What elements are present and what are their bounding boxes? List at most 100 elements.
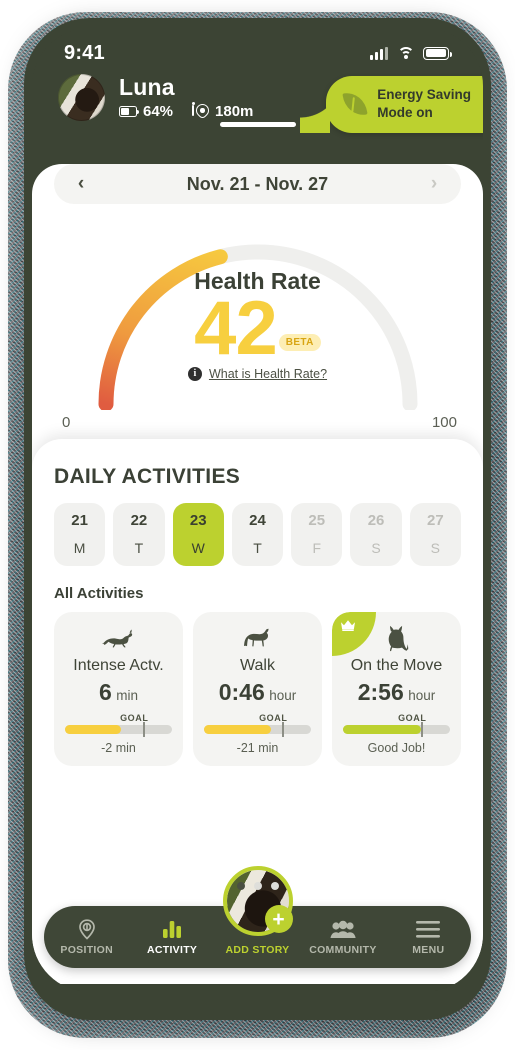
what-is-health-rate-link[interactable]: What is Health Rate? [209, 367, 327, 381]
day-number: 26 [367, 512, 385, 529]
day-selector[interactable]: 21 M 22 T 23 W 24 T 25 F 26 S 27 S [54, 503, 461, 566]
activity-cards: Intense Actv. 6 min GOAL -2 min Walk 0:46 hou… [54, 612, 461, 766]
goal-marker [421, 722, 423, 737]
page-dot[interactable] [253, 882, 262, 890]
day-number: 27 [426, 512, 444, 529]
status-bar: 9:41 [32, 28, 483, 70]
battery-value: 64% [143, 103, 174, 121]
date-range-label: Nov. 21 - Nov. 27 [186, 173, 329, 194]
distance-status: 180m [191, 101, 253, 120]
drag-handle[interactable] [219, 122, 296, 127]
goal-progress-bar [343, 722, 450, 737]
day-of-week: T [253, 540, 262, 556]
day-number: 24 [249, 512, 266, 529]
activity-name: Intense Actv. [73, 657, 164, 674]
day-number: 23 [189, 512, 207, 529]
nav-item-position[interactable]: POSITION [44, 918, 129, 956]
goal-progress-bar [204, 722, 311, 737]
activity-footer: -2 min [101, 741, 136, 755]
day-of-week: S [371, 540, 381, 556]
collar-battery-icon [119, 106, 139, 118]
pet-meta: 64% 180m [119, 101, 253, 120]
page-dot[interactable] [236, 882, 245, 890]
goal-progress-bar [65, 722, 172, 737]
nav-item-menu[interactable]: MENU [386, 919, 471, 956]
page-dot[interactable] [270, 882, 279, 890]
signal-bars-icon [370, 46, 388, 60]
avatar[interactable] [58, 74, 105, 121]
activity-card[interactable]: On the Move 2:56 hour GOAL Good Job! [332, 612, 461, 766]
page-indicator[interactable] [32, 882, 483, 890]
goal-label: GOAL [120, 713, 149, 723]
nav-label-position: POSITION [60, 943, 113, 956]
day-pill-22[interactable]: 22 T [113, 503, 165, 566]
day-pill-25[interactable]: 25 F [291, 503, 343, 566]
battery-status: 64% [119, 103, 173, 120]
day-pill-24[interactable]: 24 T [231, 503, 284, 566]
goal-progress-fill [65, 725, 121, 734]
nav-label-community: COMMUNITY [309, 943, 377, 956]
activity-footer: -21 min [236, 741, 279, 755]
nav-label-activity: ACTIVITY [146, 943, 198, 956]
what-is-health-rate[interactable]: i What is Health Rate? [32, 366, 483, 381]
goal-marker [282, 722, 284, 737]
day-pill-23[interactable]: 23 W [172, 503, 224, 566]
activity-unit: hour [408, 688, 436, 703]
location-target-icon [44, 918, 129, 940]
day-pill-27[interactable]: 27 S [409, 503, 461, 566]
bar-chart-icon [129, 919, 214, 940]
gauge-min-label: 0 [62, 414, 71, 431]
status-time: 9:41 [64, 41, 105, 64]
goal-label: GOAL [259, 713, 288, 723]
date-range-selector[interactable]: ‹ Nov. 21 - Nov. 27 › [54, 164, 461, 204]
day-of-week: S [430, 540, 440, 556]
pet-name: Luna [119, 73, 175, 100]
activity-amount: 2:56 [357, 679, 404, 705]
day-pill-26[interactable]: 26 S [350, 503, 402, 566]
activity-value: 0:46 hour [204, 679, 311, 706]
day-pill-21[interactable]: 21 M [54, 503, 106, 566]
nav-item-activity[interactable]: ACTIVITY [129, 919, 214, 956]
page-title: DAILY ACTIVITIES [54, 465, 241, 488]
day-number: 21 [71, 512, 88, 529]
add-story-button[interactable]: + [222, 866, 293, 936]
goal-progress-fill [343, 725, 422, 734]
activity-card[interactable]: Walk 0:46 hour GOAL -21 min [193, 612, 322, 766]
activity-unit: min [116, 688, 138, 703]
battery-icon [423, 46, 452, 60]
gauge-score-row: 42 BETA [32, 289, 483, 369]
pet-header: Luna 64% 180m Energy Saving Mode on [32, 70, 483, 148]
nav-label-menu: MENU [412, 943, 445, 956]
energy-saving-badge[interactable]: Energy Saving Mode on [300, 76, 483, 133]
health-score: 42 [194, 286, 278, 371]
crown-icon [340, 619, 355, 631]
gauge-max-label: 100 [431, 414, 457, 431]
activity-name: On the Move [350, 657, 443, 674]
activity-unit: hour [269, 688, 297, 703]
status-icons [370, 46, 452, 60]
nav-item-community[interactable]: COMMUNITY [300, 919, 385, 956]
day-of-week: T [134, 540, 144, 556]
daily-activities-sheet: DAILY ACTIVITIES 21 M 22 T 23 W 24 T 25 F 26 S 27 S A… [32, 439, 483, 984]
content-area: ‹ Nov. 21 - Nov. 27 › Health Rate 42 BET… [32, 164, 483, 984]
prev-week-button[interactable]: ‹ [70, 173, 92, 195]
walking-cat-icon [204, 626, 311, 652]
eco-line-1: Energy Saving [377, 87, 471, 102]
goal-marker [143, 722, 145, 737]
all-activities-title: All Activities [54, 585, 144, 602]
activity-footer: Good Job! [367, 741, 426, 755]
app-screen: 9:41 Luna 64% 180m Energy Saving Mode on… [32, 28, 483, 992]
activity-value: 2:56 hour [343, 679, 450, 706]
hamburger-menu-icon [386, 919, 471, 940]
day-of-week: M [73, 540, 86, 556]
day-of-week: F [312, 540, 322, 556]
health-rate-gauge: Health Rate 42 BETA i What is Health Rat… [32, 216, 483, 431]
activity-amount: 6 [98, 679, 112, 705]
activity-card[interactable]: Intense Actv. 6 min GOAL -2 min [54, 612, 183, 766]
goal-progress-fill [204, 725, 272, 734]
beta-badge: BETA [278, 333, 321, 351]
eco-line-2: Mode on [377, 104, 433, 120]
next-week-button[interactable]: › [423, 173, 445, 195]
wifi-icon [397, 46, 414, 60]
plus-icon: + [264, 905, 293, 933]
